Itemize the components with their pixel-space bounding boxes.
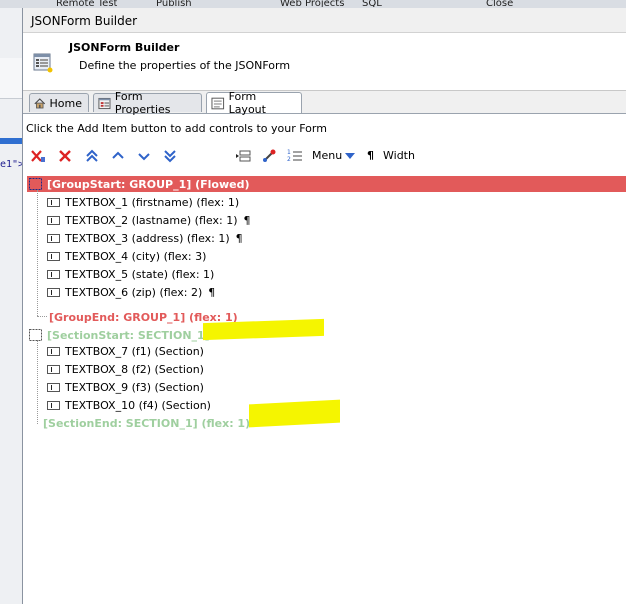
width-button[interactable]: Width <box>383 149 415 162</box>
move-down-icon[interactable] <box>136 148 152 164</box>
dialog-banner: JSONForm Builder Define the properties o… <box>23 33 626 91</box>
tree-row[interactable]: TEXTBOX_8 (f2) (Section) <box>47 360 204 378</box>
tree-item-label: TEXTBOX_3 (address) (flex: 1) <box>65 231 230 245</box>
background-editor-gutter: e1"> <box>0 8 25 604</box>
dialog-title: JSONForm Builder <box>31 14 138 28</box>
background-tab[interactable]: Publish <box>156 0 192 7</box>
tree-item-label: TEXTBOX_9 (f3) (Section) <box>65 380 204 394</box>
delete-icon[interactable] <box>57 148 73 164</box>
section-end-label: [SectionEnd: SECTION_1] (flex: 1) <box>43 416 251 430</box>
instruction-text: Click the Add Item button to add control… <box>26 122 327 135</box>
tree-row[interactable]: TEXTBOX_6 (zip) (flex: 2) ¶ <box>47 283 215 301</box>
line-break-toggle[interactable]: ¶ <box>367 149 374 162</box>
background-tab[interactable]: Remote Test <box>56 0 117 7</box>
group-box-icon <box>29 178 42 190</box>
tab-label: Home <box>49 96 82 110</box>
tab-home[interactable]: Home <box>29 93 89 112</box>
tree-row[interactable]: TEXTBOX_7 (f1) (Section) <box>47 342 204 360</box>
textbox-icon <box>47 400 60 410</box>
tree-row[interactable]: TEXTBOX_2 (lastname) (flex: 1) ¶ <box>47 211 250 229</box>
move-up-icon[interactable] <box>110 148 126 164</box>
group-start-label: [GroupStart: GROUP_1] (Flowed) <box>47 177 250 191</box>
layout-tree: [GroupStart: GROUP_1] (Flowed) TEXTBOX_1… <box>27 176 626 604</box>
section-start-label: [SectionStart: SECTION_1] <box>47 328 210 342</box>
tab-form-properties[interactable]: Form Properties <box>93 90 202 116</box>
section-box-icon <box>29 329 42 341</box>
menu-button[interactable]: Menu <box>312 149 342 162</box>
textbox-icon <box>47 287 60 297</box>
tree-item-label: TEXTBOX_4 (city) (flex: 3) <box>65 249 207 263</box>
tree-row[interactable]: TEXTBOX_3 (address) (flex: 1) ¶ <box>47 229 243 247</box>
background-tab[interactable]: SQL <box>362 0 382 7</box>
textbox-icon <box>47 251 60 261</box>
textbox-icon <box>47 215 60 225</box>
textbox-icon <box>47 269 60 279</box>
tree-item-label: TEXTBOX_6 (zip) (flex: 2) <box>65 285 203 299</box>
tree-item-label: TEXTBOX_1 (firstname) (flex: 1) <box>65 195 240 209</box>
tab-label: Form Properties <box>114 90 171 116</box>
tree-row-section-end[interactable]: [SectionEnd: SECTION_1] (flex: 1) <box>43 414 250 432</box>
highlighter-mark <box>249 399 340 428</box>
banner-subtitle: Define the properties of the JSONForm <box>79 59 291 72</box>
textbox-icon <box>47 382 60 392</box>
tab-bar: Home Form Properties Form Layout <box>23 90 626 116</box>
tree-item-label: TEXTBOX_2 (lastname) (flex: 1) <box>65 213 238 227</box>
delete-all-icon[interactable] <box>30 148 46 164</box>
tree-row[interactable]: TEXTBOX_9 (f3) (Section) <box>47 378 204 396</box>
textbox-icon <box>47 364 60 374</box>
svg-text:1: 1 <box>287 149 291 156</box>
tree-item-label: TEXTBOX_5 (state) (flex: 1) <box>65 267 215 281</box>
textbox-icon <box>47 233 60 243</box>
move-bottom-icon[interactable] <box>162 148 178 164</box>
line-break-mark: ¶ <box>243 213 251 227</box>
jsonform-builder-dialog: JSONForm Builder JSONForm Builder Define… <box>22 8 626 604</box>
tree-item-label: TEXTBOX_8 (f2) (Section) <box>65 362 204 376</box>
group-end-label: [GroupEnd: GROUP_1] (flex: 1) <box>49 310 238 324</box>
chevron-down-icon[interactable] <box>344 151 356 161</box>
svg-text:2: 2 <box>287 156 291 163</box>
tree-row[interactable]: TEXTBOX_1 (firstname) (flex: 1) <box>47 193 239 211</box>
banner-title: JSONForm Builder <box>69 41 180 54</box>
background-tab[interactable]: Close <box>486 0 513 7</box>
tree-row-group-start[interactable]: [GroupStart: GROUP_1] (Flowed) <box>29 175 250 193</box>
tab-label: Form Layout <box>228 90 266 116</box>
layout-icon <box>211 97 225 109</box>
line-break-mark: ¶ <box>208 285 216 299</box>
line-break-mark: ¶ <box>235 231 243 245</box>
tree-item-label: TEXTBOX_10 (f4) (Section) <box>65 398 211 412</box>
background-code: e1"> <box>0 159 25 170</box>
layout-toolbar: 1 2 Menu ¶ Width <box>23 145 626 167</box>
form-icon <box>33 53 53 73</box>
textbox-icon <box>47 346 60 356</box>
screen: Remote Test Publish Web Projects SQL Clo… <box>0 0 626 604</box>
numbered-list-icon[interactable]: 1 2 <box>287 148 303 164</box>
edit-properties-icon[interactable] <box>261 148 277 164</box>
add-item-icon[interactable] <box>235 148 251 164</box>
background-tab[interactable]: Web Projects <box>280 0 344 7</box>
properties-icon <box>98 97 111 109</box>
move-top-icon[interactable] <box>84 148 100 164</box>
tab-form-layout[interactable]: Form Layout <box>206 90 302 116</box>
textbox-icon <box>47 197 60 207</box>
tree-item-label: TEXTBOX_7 (f1) (Section) <box>65 344 204 358</box>
dialog-titlebar[interactable]: JSONForm Builder <box>23 8 626 33</box>
tree-row[interactable]: TEXTBOX_5 (state) (flex: 1) <box>47 265 214 283</box>
home-icon <box>34 97 46 108</box>
tree-row[interactable]: TEXTBOX_4 (city) (flex: 3) <box>47 247 206 265</box>
tree-row[interactable]: TEXTBOX_10 (f4) (Section) <box>47 396 211 414</box>
